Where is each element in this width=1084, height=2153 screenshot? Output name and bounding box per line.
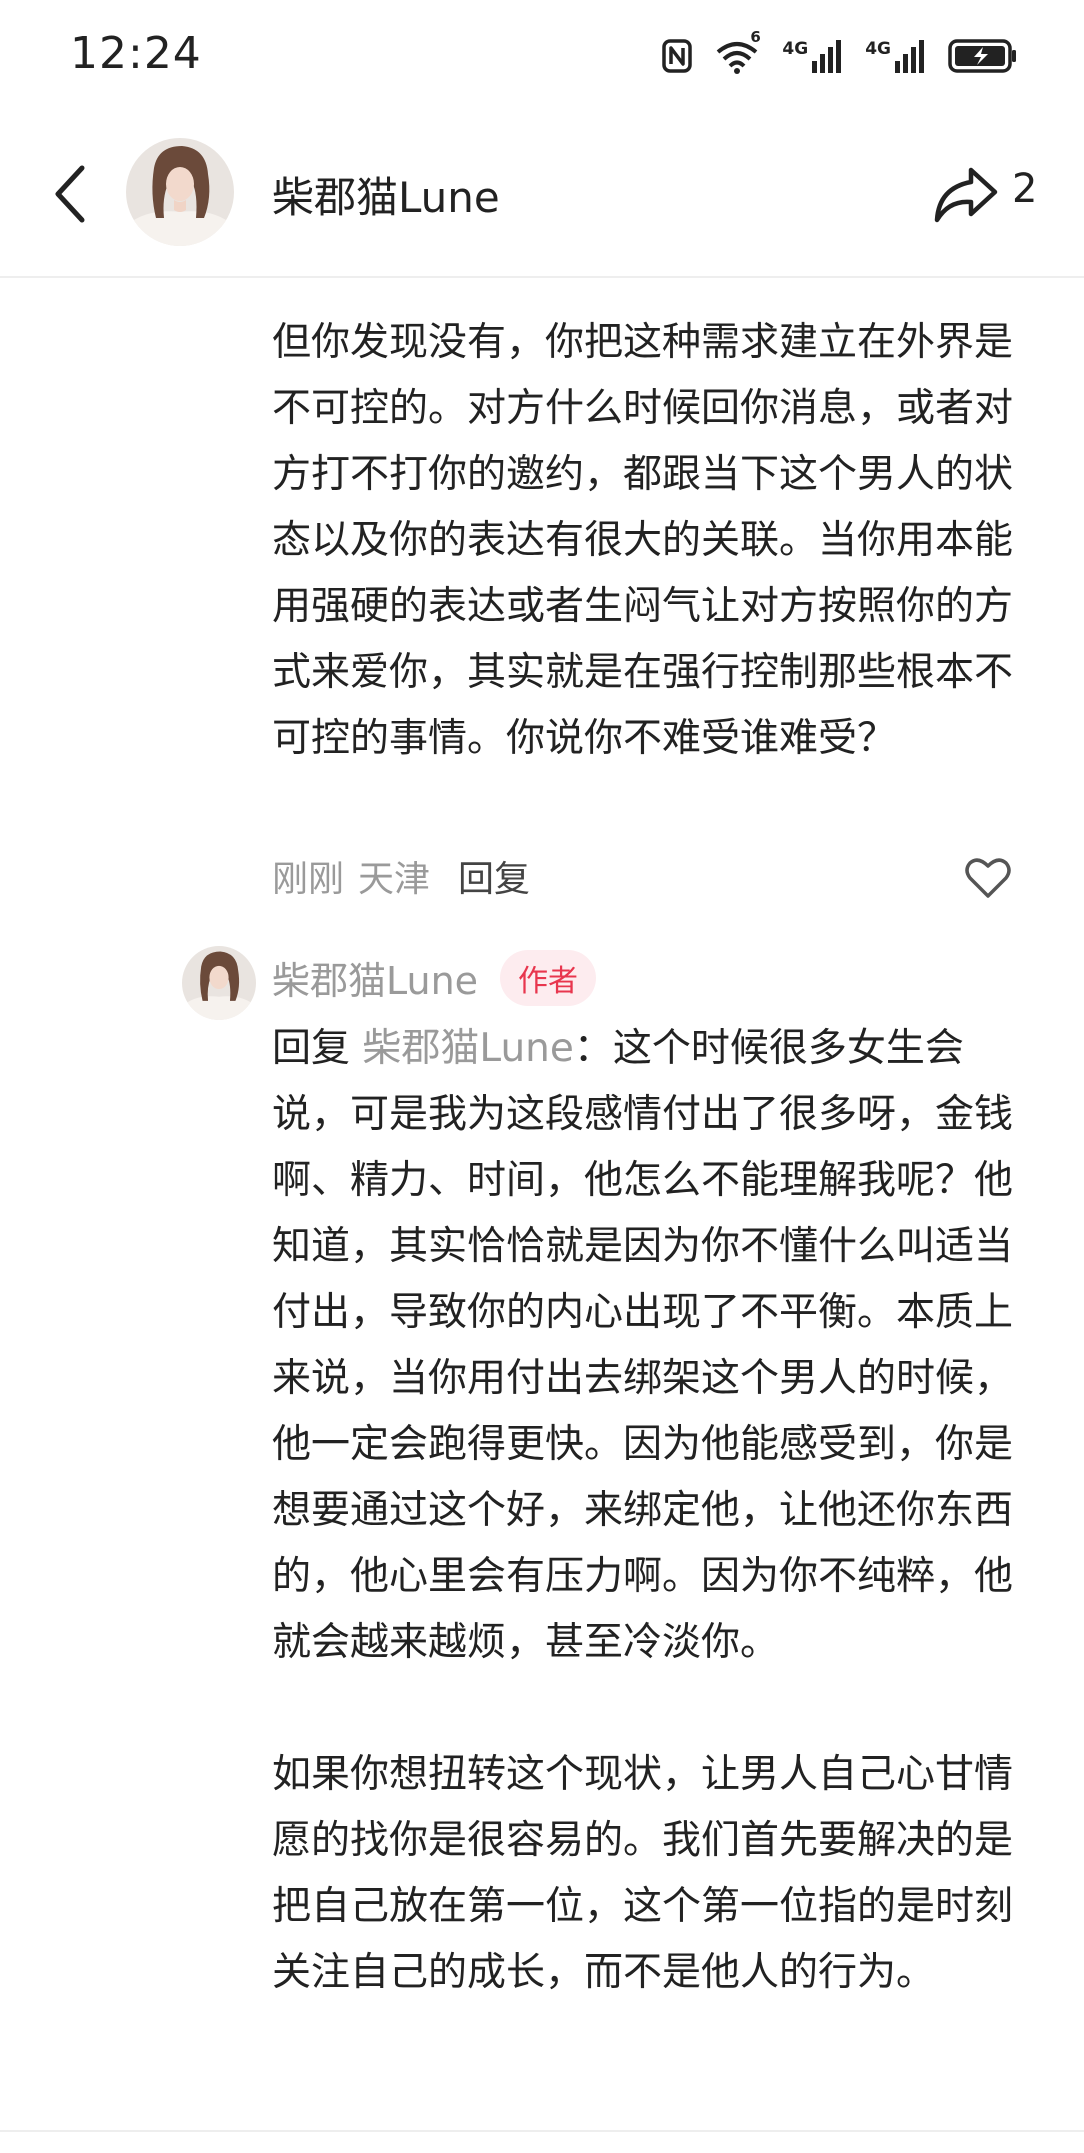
comment-location: 天津 (358, 859, 431, 900)
divider (0, 2130, 1084, 2132)
avatar[interactable] (126, 138, 234, 246)
signal-4g-icon: 4G (865, 39, 926, 73)
reply-text: 这个时候很多女生会说，可是我为这段感情付出了很多呀，金钱啊、精力、时间，他怎么不… (272, 1026, 1014, 1665)
reply-paragraph: 回复 柴郡猫Lune：这个时候很多女生会说，可是我为这段感情付出了很多呀，金钱啊… (272, 1016, 1034, 1676)
comment-header: 柴郡猫Lune 2 (0, 112, 1084, 278)
back-button[interactable] (38, 152, 102, 236)
reply-colon: ： (573, 1026, 613, 1071)
wifi-6-icon: 6 (714, 28, 761, 74)
status-time: 12:24 (70, 28, 202, 79)
comment-time: 刚刚 (272, 859, 345, 900)
battery-charging-icon (948, 38, 1018, 74)
share-button[interactable] (922, 152, 1010, 236)
comment-meta: 刚刚 天津 回复 (272, 850, 530, 902)
status-bar: 12:24 6 4G 4G (0, 0, 1084, 112)
wifi-label: 6 (750, 28, 761, 46)
reply-target-name[interactable]: 柴郡猫Lune (362, 1026, 573, 1071)
nfc-icon (662, 39, 693, 73)
reply-paragraph: 如果你想扭转这个现状，让男人自己心甘情愿的找你是很容易的。我们首先要解决的是把自… (272, 1752, 1014, 1995)
status-icons: 6 4G 4G (662, 28, 1018, 78)
share-icon (934, 167, 998, 223)
heart-icon (965, 858, 1011, 898)
like-button[interactable] (962, 852, 1014, 904)
net2-label: 4G (865, 39, 891, 59)
reply-button[interactable]: 回复 (458, 850, 530, 902)
net1-label: 4G (782, 39, 809, 59)
reply-prefix: 回复 (272, 1026, 351, 1071)
signal-4g-icon: 4G (782, 39, 843, 73)
share-count: 2 (1012, 166, 1038, 212)
chevron-left-icon (55, 165, 85, 223)
author-badge: 作者 (500, 950, 596, 1006)
comment-text: 但你发现没有，你把这种需求建立在外界是不可控的。对方什么时候回你消息，或者对方打… (272, 320, 1014, 761)
reply-body: 回复 柴郡猫Lune：这个时候很多女生会说，可是我为这段感情付出了很多呀，金钱啊… (272, 1016, 1034, 2006)
header-username[interactable]: 柴郡猫Lune (272, 164, 500, 225)
reply-author-name[interactable]: 柴郡猫Lune (272, 950, 478, 1005)
reply-avatar[interactable] (182, 946, 256, 1020)
